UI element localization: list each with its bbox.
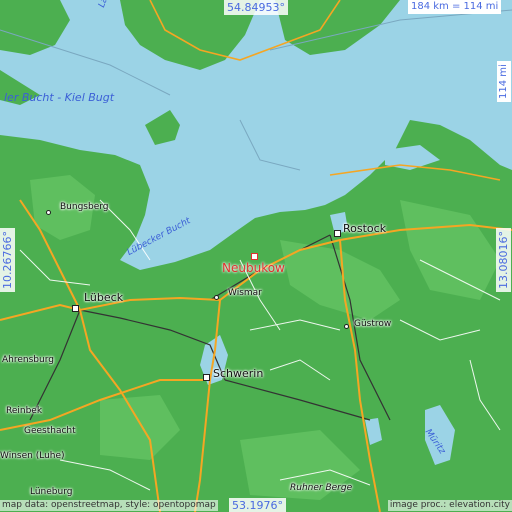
rostock-marker (334, 230, 341, 237)
attribution-right: image proc.: elevation.city (387, 500, 512, 511)
wismar-marker (214, 295, 219, 300)
label-winsen: Winsen (Luhe) (0, 451, 65, 461)
label-lueneburg: Lüneburg (30, 487, 73, 497)
label-kieler-bucht: ler Bucht - Kiel Bugt (4, 91, 115, 104)
bungsberg-marker (46, 210, 51, 215)
label-schwerin: Schwerin (213, 367, 264, 380)
label-reinbek: Reinbek (6, 406, 43, 416)
schwerin-marker (203, 374, 210, 381)
neubukow-marker[interactable] (251, 253, 258, 260)
scale-vertical: 114 mi (497, 61, 511, 102)
coord-top: 54.84953° (224, 0, 288, 15)
guestrow-marker (344, 324, 349, 329)
coord-left: 10.26766° (0, 228, 15, 292)
label-guestrow: Güstrow (354, 319, 392, 329)
scale-horizontal: 184 km = 114 mi (408, 0, 502, 14)
luebeck-marker (72, 305, 79, 312)
attribution-left: map data: openstreetmap, style: opentopo… (0, 500, 218, 511)
label-luebeck: Lübeck (84, 291, 124, 304)
map-view[interactable]: Lan ler Bucht - Kiel Bugt Lübecker Bucht… (0, 0, 512, 512)
label-neubukow: Neubukow (222, 261, 285, 275)
coord-bottom: 53.1976° (229, 498, 286, 512)
label-ahrensburg: Ahrensburg (2, 355, 54, 365)
label-rostock: Rostock (343, 222, 387, 235)
label-geesthacht: Geesthacht (24, 426, 76, 436)
label-wismar: Wismar (228, 288, 262, 298)
label-bungsberg: Bungsberg (60, 202, 109, 212)
label-ruhner-berge: Ruhner Berge (290, 483, 353, 493)
coord-right: 13.08016° (496, 228, 511, 292)
